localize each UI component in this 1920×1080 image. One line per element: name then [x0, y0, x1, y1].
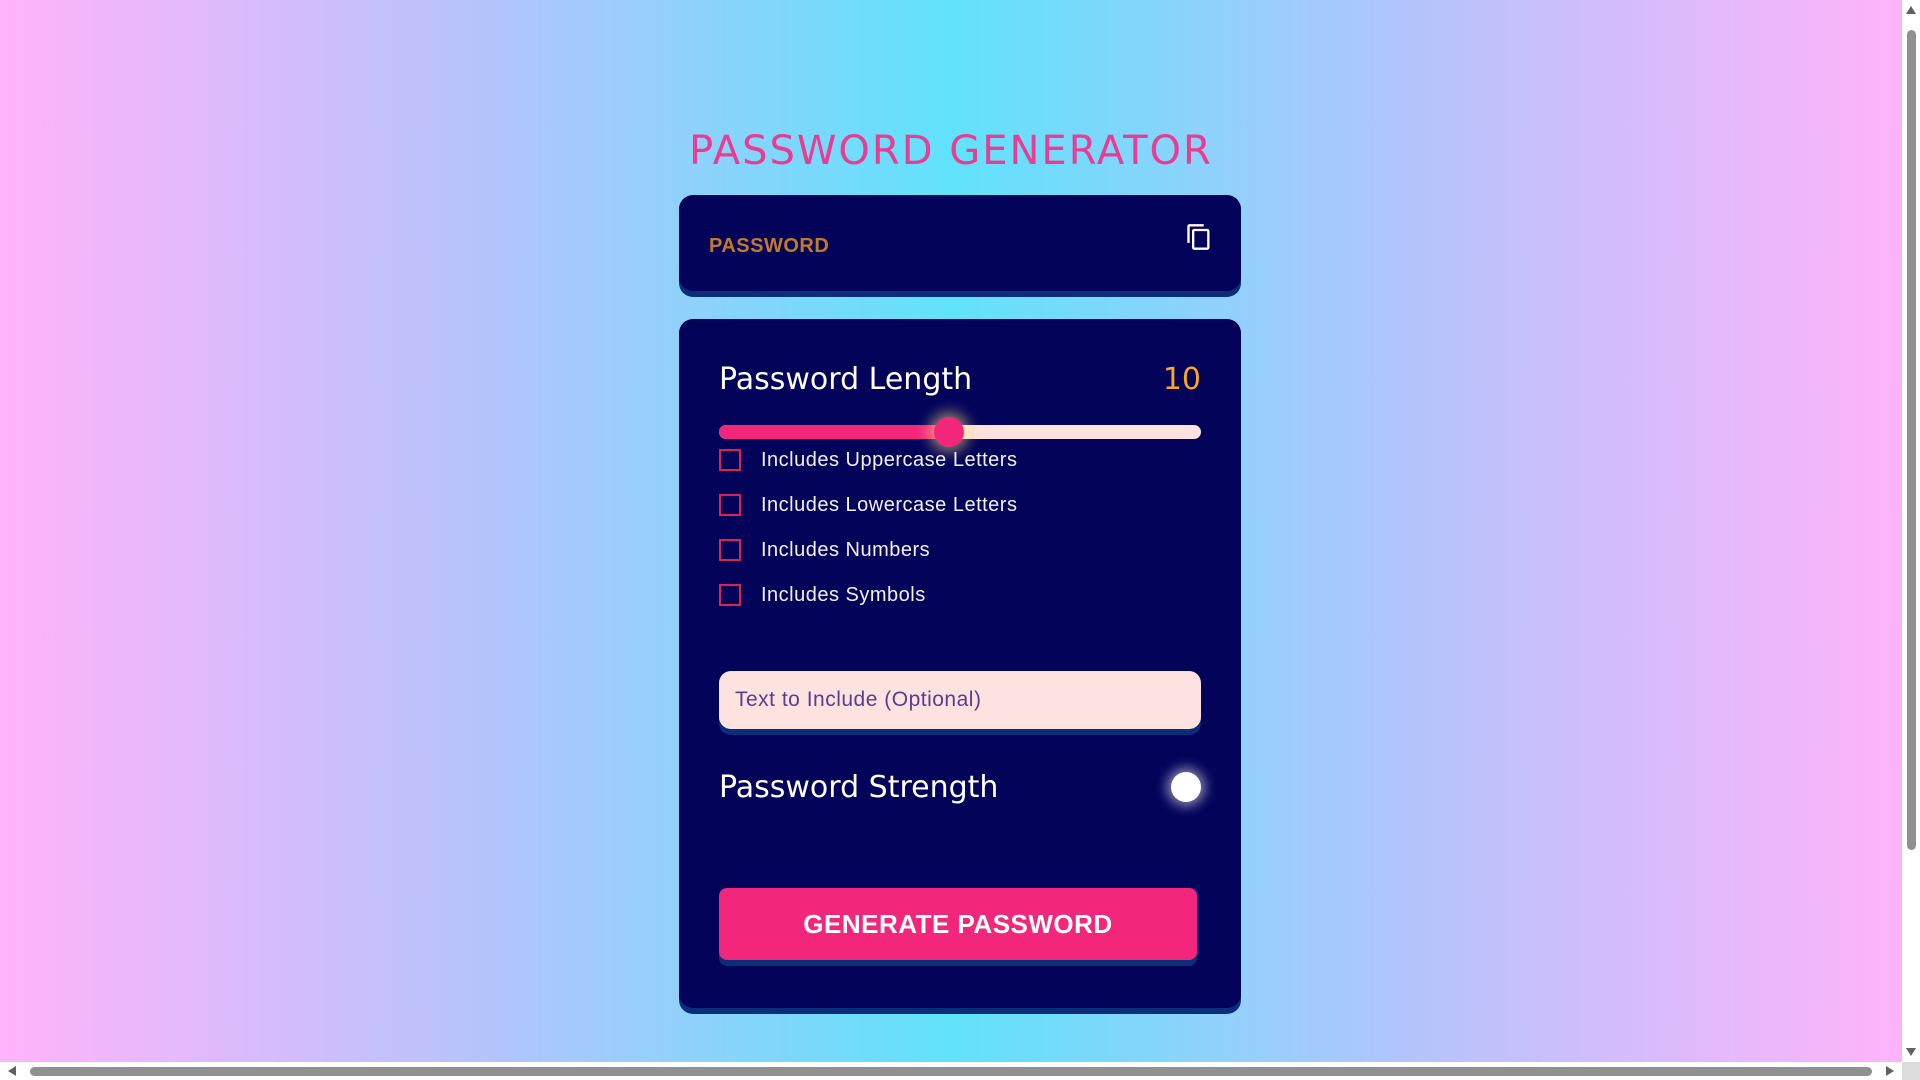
symbols-checkbox[interactable]	[719, 584, 741, 606]
generate-password-button[interactable]: GENERATE PASSWORD	[719, 888, 1197, 960]
page-title: PASSWORD GENERATOR	[689, 128, 1213, 174]
strength-row: Password Strength	[719, 767, 1201, 807]
password-text: PASSWORD	[709, 235, 830, 257]
option-uppercase[interactable]: Includes Uppercase Letters	[719, 446, 1017, 474]
vertical-scrollbar[interactable]	[1902, 0, 1920, 1062]
horizontal-scroll-thumb[interactable]	[30, 1067, 1872, 1076]
password-display: PASSWORD	[679, 195, 1241, 291]
scroll-down-arrow-icon[interactable]	[1906, 1048, 1916, 1056]
length-row: Password Length 10	[719, 359, 1201, 399]
include-text-input[interactable]	[719, 671, 1201, 729]
lowercase-label: Includes Lowercase Letters	[761, 493, 1018, 516]
strength-label: Password Strength	[719, 769, 999, 805]
vertical-scroll-thumb[interactable]	[1907, 30, 1916, 850]
page-viewport: PASSWORD GENERATOR PASSWORD Password Len…	[0, 0, 1902, 1062]
length-label: Password Length	[719, 361, 973, 397]
numbers-label: Includes Numbers	[761, 538, 931, 561]
symbols-label: Includes Symbols	[761, 583, 926, 606]
length-slider-fill	[719, 425, 949, 439]
scroll-up-arrow-icon[interactable]	[1906, 6, 1916, 14]
uppercase-checkbox[interactable]	[719, 449, 741, 471]
length-value: 10	[1162, 361, 1201, 397]
scroll-left-arrow-icon[interactable]	[8, 1066, 16, 1076]
option-lowercase[interactable]: Includes Lowercase Letters	[719, 491, 1017, 519]
uppercase-label: Includes Uppercase Letters	[761, 448, 1018, 471]
lowercase-checkbox[interactable]	[719, 494, 741, 516]
numbers-checkbox[interactable]	[719, 539, 741, 561]
settings-panel: Password Length 10 Includes Uppercase Le…	[679, 319, 1241, 1008]
option-symbols[interactable]: Includes Symbols	[719, 581, 926, 609]
scrollbar-corner	[1902, 1062, 1920, 1080]
length-slider[interactable]	[719, 417, 1201, 447]
scroll-right-arrow-icon[interactable]	[1886, 1066, 1894, 1076]
horizontal-scrollbar[interactable]	[0, 1062, 1902, 1080]
strength-indicator	[1171, 772, 1201, 802]
copy-icon[interactable]	[1185, 223, 1213, 251]
length-slider-thumb[interactable]	[933, 417, 964, 447]
option-numbers[interactable]: Includes Numbers	[719, 536, 930, 564]
